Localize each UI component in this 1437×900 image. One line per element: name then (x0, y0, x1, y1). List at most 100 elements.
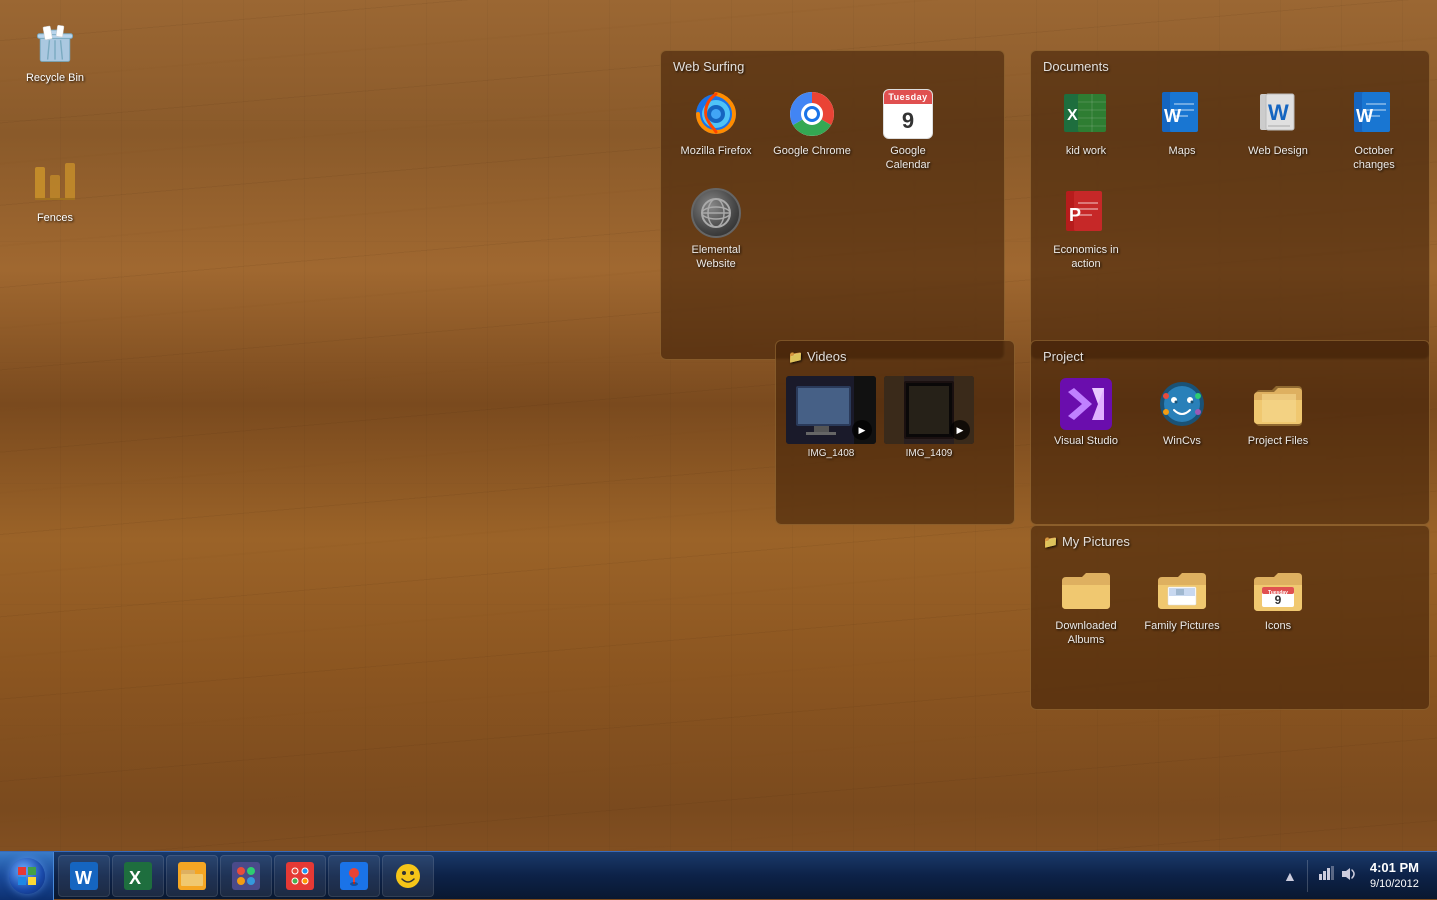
chrome-label: Google Chrome (773, 144, 851, 158)
fence-item-family-pictures[interactable]: Family Pictures (1137, 559, 1227, 652)
clock-date: 9/10/2012 (1370, 877, 1419, 891)
project-files-label: Project Files (1248, 434, 1309, 448)
taskbar-smiley[interactable] (382, 855, 434, 897)
taskbar: W X (0, 851, 1437, 899)
fence-item-img1408[interactable]: ▶ IMG_1408 (786, 376, 876, 459)
fence-videos-title: 📁Videos (776, 341, 1014, 368)
fence-item-vs[interactable]: Visual Studio (1041, 374, 1131, 452)
fence-item-web-design[interactable]: W Web Design (1233, 84, 1323, 177)
start-orb (9, 858, 45, 894)
word-maps-icon: W (1156, 88, 1208, 140)
fence-web-surfing-title: Web Surfing (661, 51, 1004, 78)
maps-label: Maps (1169, 144, 1196, 158)
taskbar-maps[interactable] (328, 855, 380, 897)
taskbar-right: ▲ 4:01 PM (1283, 852, 1437, 899)
taskbar-explorer[interactable] (166, 855, 218, 897)
taskbar-control-panel-icon (232, 862, 260, 890)
taskbar-excel-icon: X (124, 862, 152, 890)
svg-text:X: X (1067, 107, 1078, 124)
video-thumb-1408[interactable]: ▶ (786, 376, 876, 444)
taskbar-paint[interactable] (274, 855, 326, 897)
fence-item-wincvs[interactable]: WinCvs (1137, 374, 1227, 452)
fence-item-october-changes[interactable]: W October changes (1329, 84, 1419, 177)
fences-icon (31, 159, 79, 207)
fence-my-pictures-content: Downloaded Albums Family Pi (1031, 553, 1429, 662)
fence-item-chrome[interactable]: Google Chrome (767, 84, 857, 177)
fence-documents-title: Documents (1031, 51, 1429, 78)
fences-label: Fences (37, 211, 73, 225)
recycle-bin-icon (31, 19, 79, 67)
svg-text:W: W (1164, 106, 1181, 126)
calendar-label: Google Calendar (867, 144, 949, 173)
fence-videos-content: ▶ IMG_1408 (776, 368, 1014, 469)
desktop-icon-fences[interactable]: Fences (15, 155, 95, 229)
tray-separator (1307, 860, 1308, 892)
taskbar-control-panel[interactable] (220, 855, 272, 897)
downloaded-albums-label: Downloaded Albums (1045, 619, 1127, 648)
fence-item-downloaded-albums[interactable]: Downloaded Albums (1041, 559, 1131, 652)
network-icon[interactable] (1318, 866, 1334, 885)
web-design-label: Web Design (1248, 144, 1308, 158)
taskbar-clock[interactable]: 4:01 PM 9/10/2012 (1364, 858, 1425, 893)
recycle-bin-label: Recycle Bin (26, 71, 84, 85)
svg-text:X: X (129, 868, 141, 888)
volume-icon[interactable] (1340, 866, 1356, 885)
fence-documents: Documents X (1030, 50, 1430, 360)
clock-time: 4:01 PM (1370, 860, 1419, 877)
fence-item-kid-work[interactable]: X kid work (1041, 84, 1131, 177)
fence-project-title: Project (1031, 341, 1429, 368)
fence-item-project-files[interactable]: Project Files (1233, 374, 1323, 452)
fence-item-maps[interactable]: W Maps (1137, 84, 1227, 177)
taskbar-word-icon: W (70, 862, 98, 890)
desktop: Recycle Bin Fences Web Surfing (0, 0, 1437, 899)
fence-item-calendar[interactable]: Tuesday 9 Google Calendar (863, 84, 953, 177)
show-hidden-icon[interactable]: ▲ (1283, 868, 1297, 884)
elemental-icon (690, 187, 742, 239)
chrome-icon (786, 88, 838, 140)
economics-label: Economics in action (1045, 243, 1127, 272)
fence-my-pictures: 📁My Pictures Downloaded Albums (1030, 525, 1430, 710)
taskbar-tray: ▲ (1283, 860, 1356, 892)
taskbar-apps: W X (54, 852, 438, 899)
fence-item-icons[interactable]: Tuesday 9 Icons (1233, 559, 1323, 652)
wincvs-icon (1156, 378, 1208, 430)
play-btn-1408[interactable]: ▶ (852, 420, 872, 440)
svg-text:9: 9 (1275, 593, 1282, 607)
fence-item-elemental[interactable]: Elemental Website (671, 183, 761, 276)
word-webdesign-icon: W (1252, 88, 1304, 140)
fence-item-firefox[interactable]: Mozilla Firefox (671, 84, 761, 177)
icons-folder-icon: Tuesday 9 (1252, 563, 1304, 615)
icons-label: Icons (1265, 619, 1291, 633)
calendar-icon: Tuesday 9 (882, 88, 934, 140)
svg-text:W: W (75, 868, 92, 888)
ppt-icon: P (1060, 187, 1112, 239)
fence-item-img1409[interactable]: ▶ IMG_1409 (884, 376, 974, 459)
svg-text:W: W (1356, 106, 1373, 126)
desktop-icon-recycle-bin[interactable]: Recycle Bin (15, 15, 95, 89)
downloaded-albums-icon (1060, 563, 1112, 615)
img1409-label: IMG_1409 (906, 448, 953, 459)
firefox-icon (690, 88, 742, 140)
family-pictures-label: Family Pictures (1144, 619, 1219, 633)
fence-project: Project Visual Studio (1030, 340, 1430, 525)
fence-web-surfing: Web Surfing Mozilla Fire (660, 50, 1005, 360)
excel-icon: X (1060, 88, 1112, 140)
taskbar-paint-icon (286, 862, 314, 890)
fence-documents-content: X kid work W (1031, 78, 1429, 285)
vs-icon (1060, 378, 1112, 430)
svg-text:W: W (1268, 100, 1289, 125)
video-thumb-1409[interactable]: ▶ (884, 376, 974, 444)
taskbar-word[interactable]: W (58, 855, 110, 897)
wincvs-label: WinCvs (1163, 434, 1201, 448)
taskbar-explorer-icon (178, 862, 206, 890)
project-files-icon (1252, 378, 1304, 430)
start-button[interactable] (0, 852, 54, 900)
fence-project-content: Visual Studio (1031, 368, 1429, 462)
word-october-icon: W (1348, 88, 1400, 140)
firefox-label: Mozilla Firefox (681, 144, 752, 158)
taskbar-excel[interactable]: X (112, 855, 164, 897)
taskbar-maps-icon (340, 862, 368, 890)
svg-text:P: P (1069, 205, 1081, 225)
fence-item-economics[interactable]: P Economics in action (1041, 183, 1131, 276)
play-btn-1409[interactable]: ▶ (950, 420, 970, 440)
